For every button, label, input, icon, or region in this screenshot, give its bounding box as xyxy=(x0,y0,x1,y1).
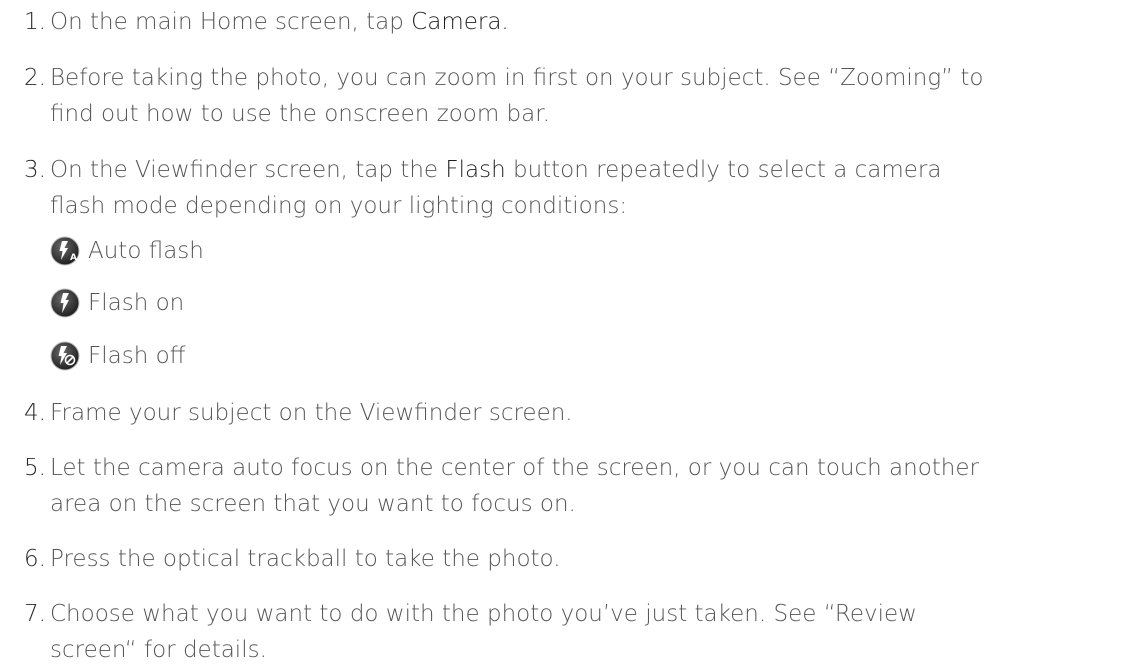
step-4: 4. Frame your subject on the Viewfinder … xyxy=(24,395,1109,431)
step-text-line-1: Choose what you want to do with the phot… xyxy=(50,601,917,627)
flash-mode-on: Flash on xyxy=(50,288,184,318)
step-3: 3. On the Viewfinder screen, tap the Fla… xyxy=(24,152,1109,224)
step-number: 5. xyxy=(24,455,46,481)
camera-term: Camera. xyxy=(411,9,509,35)
step-text-line-1: Let the camera auto focus on the center … xyxy=(50,455,979,481)
flash-mode-label: Flash off xyxy=(88,343,186,369)
step-number: 3. xyxy=(24,157,46,183)
flash-mode-off: Flash off xyxy=(50,341,186,371)
flash-mode-label: Flash on xyxy=(88,290,185,316)
flash-mode-auto: A Auto flash xyxy=(50,236,204,266)
step-text-line-2: screen“ for details. xyxy=(50,637,267,663)
step-text: Frame your subject on the Viewfinder scr… xyxy=(50,400,573,426)
flash-mode-label: Auto flash xyxy=(88,238,204,264)
step-number: 4. xyxy=(24,400,46,426)
step-7: 7. Choose what you want to do with the p… xyxy=(24,596,1109,668)
step-5: 5. Let the camera auto focus on the cent… xyxy=(24,450,1109,522)
step-text-line-1: Before taking the photo, you can zoom in… xyxy=(50,65,984,91)
svg-text:A: A xyxy=(70,253,77,263)
flash-on-icon xyxy=(50,288,80,318)
step-text-line-2: flash mode depending on your lighting co… xyxy=(50,193,628,219)
step-text: On the main Home screen, tap xyxy=(50,9,412,35)
auto-flash-icon: A xyxy=(50,236,80,266)
step-number: 1. xyxy=(24,9,46,35)
step-text: button repeatedly to select a camera xyxy=(505,157,942,183)
step-1: 1. On the main Home screen, tap Camera. xyxy=(24,4,1109,40)
step-text-line-2: find out how to use the onscreen zoom ba… xyxy=(50,101,550,127)
step-text: On the Viewfinder screen, tap the xyxy=(50,157,446,183)
flash-off-icon xyxy=(50,341,80,371)
step-text-line-2: area on the screen that you want to focu… xyxy=(50,491,576,517)
step-6: 6. Press the optical trackball to take t… xyxy=(24,541,1109,577)
step-number: 7. xyxy=(24,601,46,627)
step-text: Press the optical trackball to take the … xyxy=(50,546,561,572)
step-number: 6. xyxy=(24,546,46,572)
step-number: 2. xyxy=(24,65,46,91)
flash-term: Flash xyxy=(445,157,506,183)
step-2: 2. Before taking the photo, you can zoom… xyxy=(24,60,1109,132)
